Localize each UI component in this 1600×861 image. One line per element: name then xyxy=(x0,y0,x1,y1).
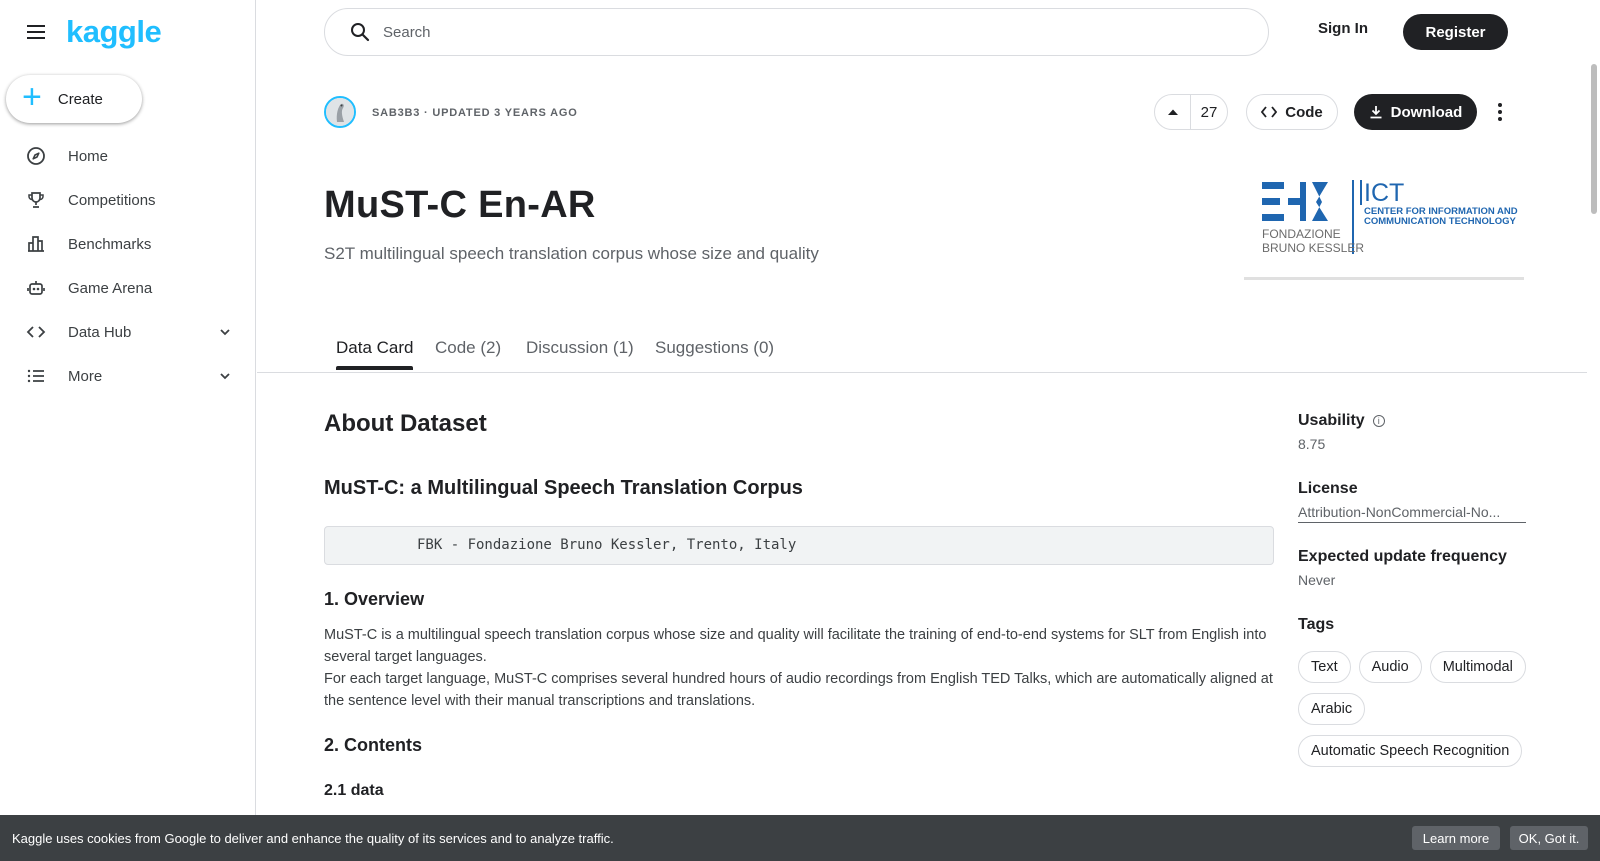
app-root: kaggle + Create Home Competitions Benchm… xyxy=(0,0,1600,861)
list-icon xyxy=(26,366,46,386)
caret-up-icon xyxy=(1167,109,1178,115)
license-link[interactable]: Attribution-NonCommercial-No... xyxy=(1298,504,1526,523)
kaggle-logo[interactable]: kaggle xyxy=(66,14,162,50)
sign-in-button[interactable]: Sign In xyxy=(1318,20,1368,37)
create-button[interactable]: + Create xyxy=(6,75,142,123)
about-heading: About Dataset xyxy=(324,410,487,437)
search-icon xyxy=(351,23,370,42)
brand: kaggle xyxy=(24,14,162,50)
vote-count: 27 xyxy=(1200,103,1218,121)
search-input[interactable] xyxy=(383,23,1183,41)
tag-chip[interactable]: Multimodal xyxy=(1429,651,1526,683)
overview-heading: 1. Overview xyxy=(324,589,425,609)
robot-icon xyxy=(26,278,46,298)
tab-data-card[interactable]: Data Card xyxy=(336,338,414,370)
fbk-line1: FONDAZIONE xyxy=(1262,227,1341,241)
frequency-value: Never xyxy=(1298,572,1336,588)
tag-chip[interactable]: Arabic xyxy=(1298,693,1366,725)
plus-icon: + xyxy=(22,78,42,116)
sidebar-item-competitions[interactable]: Competitions xyxy=(0,178,255,222)
overview-paragraph-1: MuST-C is a multilingual speech translat… xyxy=(324,627,1267,665)
tag-chip[interactable]: Audio xyxy=(1358,651,1422,683)
tags-label: Tags xyxy=(1298,616,1335,633)
sidebar: kaggle + Create Home Competitions Benchm… xyxy=(0,0,256,861)
sidebar-item-label: Competitions xyxy=(68,191,156,209)
vote-widget: 27 xyxy=(1154,94,1228,130)
tag-chip[interactable]: Automatic Speech Recognition xyxy=(1298,735,1523,767)
cookie-text: Kaggle uses cookies from Google to deliv… xyxy=(12,830,614,846)
dataset-meta: SAB3B3 · UPDATED 3 YEARS AGO xyxy=(372,107,578,119)
tab-bar: Data Card Code (2) Discussion (1) Sugges… xyxy=(257,328,1587,373)
download-button[interactable]: Download xyxy=(1354,94,1477,130)
chevron-down-icon[interactable] xyxy=(217,324,233,340)
bar-chart-icon xyxy=(26,234,46,254)
data-heading: 2.1 data xyxy=(324,782,384,799)
download-icon xyxy=(1370,106,1382,119)
compass-icon xyxy=(26,146,46,166)
sidebar-item-label: Data Hub xyxy=(68,323,132,341)
sidebar-nav: Home Competitions Benchmarks Game Arena xyxy=(0,134,255,398)
usability-value: 8.75 xyxy=(1298,436,1326,452)
sidebar-item-label: Home xyxy=(68,147,109,165)
usability-label-text: Usability xyxy=(1298,412,1365,429)
page-title: MuST-C En-AR xyxy=(324,184,596,226)
chevron-down-icon[interactable] xyxy=(217,368,233,384)
ict-line2: COMMUNICATION TECHNOLOGY xyxy=(1364,216,1516,227)
code-button-label: Code xyxy=(1285,103,1323,121)
download-button-label: Download xyxy=(1390,103,1463,121)
cookie-banner: Kaggle uses cookies from Google to deliv… xyxy=(0,815,1600,861)
trophy-icon xyxy=(26,190,46,210)
sidebar-item-more[interactable]: More xyxy=(0,354,255,398)
code-brackets-icon xyxy=(26,322,46,342)
fbk-logo: ICT CENTER FOR INFORMATION AND COMMUNICA… xyxy=(1244,176,1524,280)
frequency-label: Expected update frequency xyxy=(1298,548,1507,565)
overview-paragraph-2: For each target language, MuST-C compris… xyxy=(324,671,1273,709)
tab-suggestions[interactable]: Suggestions (0) xyxy=(655,338,774,370)
contents-heading: 2. Contents xyxy=(324,735,423,755)
learn-more-button[interactable]: Learn more xyxy=(1412,826,1500,850)
tag-chip[interactable]: Text xyxy=(1298,651,1351,683)
code-brackets-icon xyxy=(1261,106,1278,118)
sidebar-item-home[interactable]: Home xyxy=(0,134,255,178)
sidebar-item-benchmarks[interactable]: Benchmarks xyxy=(0,222,255,266)
tab-code[interactable]: Code (2) xyxy=(435,338,501,370)
code-block: FBK - Fondazione Bruno Kessler, Trento, … xyxy=(324,526,1274,565)
scrollbar-thumb[interactable] xyxy=(1591,64,1597,214)
cookie-ok-button[interactable]: OK, Got it. xyxy=(1510,826,1588,850)
corpus-heading: MuST-C: a Multilingual Speech Translatio… xyxy=(324,477,803,499)
menu-icon[interactable] xyxy=(24,20,48,44)
sidebar-item-label: Game Arena xyxy=(68,279,153,297)
dataset-subtitle: S2T multilingual speech translation corp… xyxy=(324,244,819,263)
usability-label: Usability i xyxy=(1298,412,1385,430)
register-button[interactable]: Register xyxy=(1403,14,1508,50)
info-icon[interactable]: i xyxy=(1372,415,1385,427)
avatar[interactable] xyxy=(324,96,356,128)
upvote-button[interactable] xyxy=(1155,95,1191,129)
code-button[interactable]: Code xyxy=(1246,94,1338,130)
sidebar-item-label: Benchmarks xyxy=(68,235,152,253)
fbk-line2: BRUNO KESSLER xyxy=(1262,241,1364,255)
search-bar[interactable] xyxy=(324,8,1269,56)
ict-text: ICT xyxy=(1364,179,1404,207)
sidebar-item-data-hub[interactable]: Data Hub xyxy=(0,310,255,354)
more-options-icon[interactable] xyxy=(1490,98,1510,126)
create-label: Create xyxy=(57,90,103,108)
scrollbar[interactable] xyxy=(1587,0,1600,861)
sidebar-item-label: More xyxy=(68,367,103,385)
sidebar-item-game-arena[interactable]: Game Arena xyxy=(0,266,255,310)
license-label: License xyxy=(1298,480,1358,497)
tab-discussion[interactable]: Discussion (1) xyxy=(526,338,634,370)
tag-list: Text Audio Multimodal Arabic Automatic S… xyxy=(1298,651,1538,767)
